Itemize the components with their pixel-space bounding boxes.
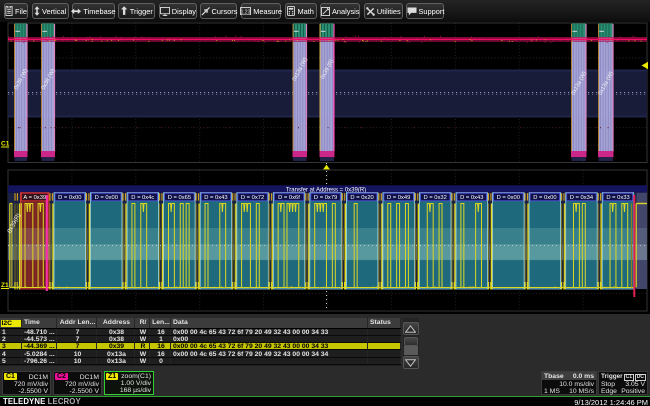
- svg-text:D = 0x6f: D = 0x6f: [278, 195, 300, 201]
- svg-text:D = 0x65: D = 0x65: [168, 195, 191, 201]
- svg-text:D = 0x34: D = 0x34: [570, 195, 594, 201]
- svg-text:D = 0x79: D = 0x79: [314, 195, 337, 201]
- svg-text:D = 0x33: D = 0x33: [606, 195, 629, 201]
- svg-text:D = 0x32: D = 0x32: [424, 195, 447, 201]
- svg-text:D = 0x72: D = 0x72: [241, 195, 264, 201]
- svg-text:D = 0x00: D = 0x00: [497, 195, 520, 201]
- svg-text:D = 0x49: D = 0x49: [387, 195, 410, 201]
- svg-text:D = 0x43: D = 0x43: [460, 195, 483, 201]
- svg-text:A = 0x39: A = 0x39: [23, 195, 46, 201]
- svg-text:D = 0x00: D = 0x00: [58, 195, 81, 201]
- svg-text:D = 0x00: D = 0x00: [95, 195, 118, 201]
- svg-text:D = 0x4c: D = 0x4c: [131, 195, 154, 201]
- svg-text:D = 0x20: D = 0x20: [350, 195, 373, 201]
- svg-text:1.23: 1.23: [241, 9, 251, 15]
- svg-text:C1: C1: [1, 141, 10, 148]
- svg-text:D = 0x43: D = 0x43: [204, 195, 227, 201]
- svg-text:Z1: Z1: [1, 282, 9, 289]
- svg-text:D = 0x00: D = 0x00: [533, 195, 556, 201]
